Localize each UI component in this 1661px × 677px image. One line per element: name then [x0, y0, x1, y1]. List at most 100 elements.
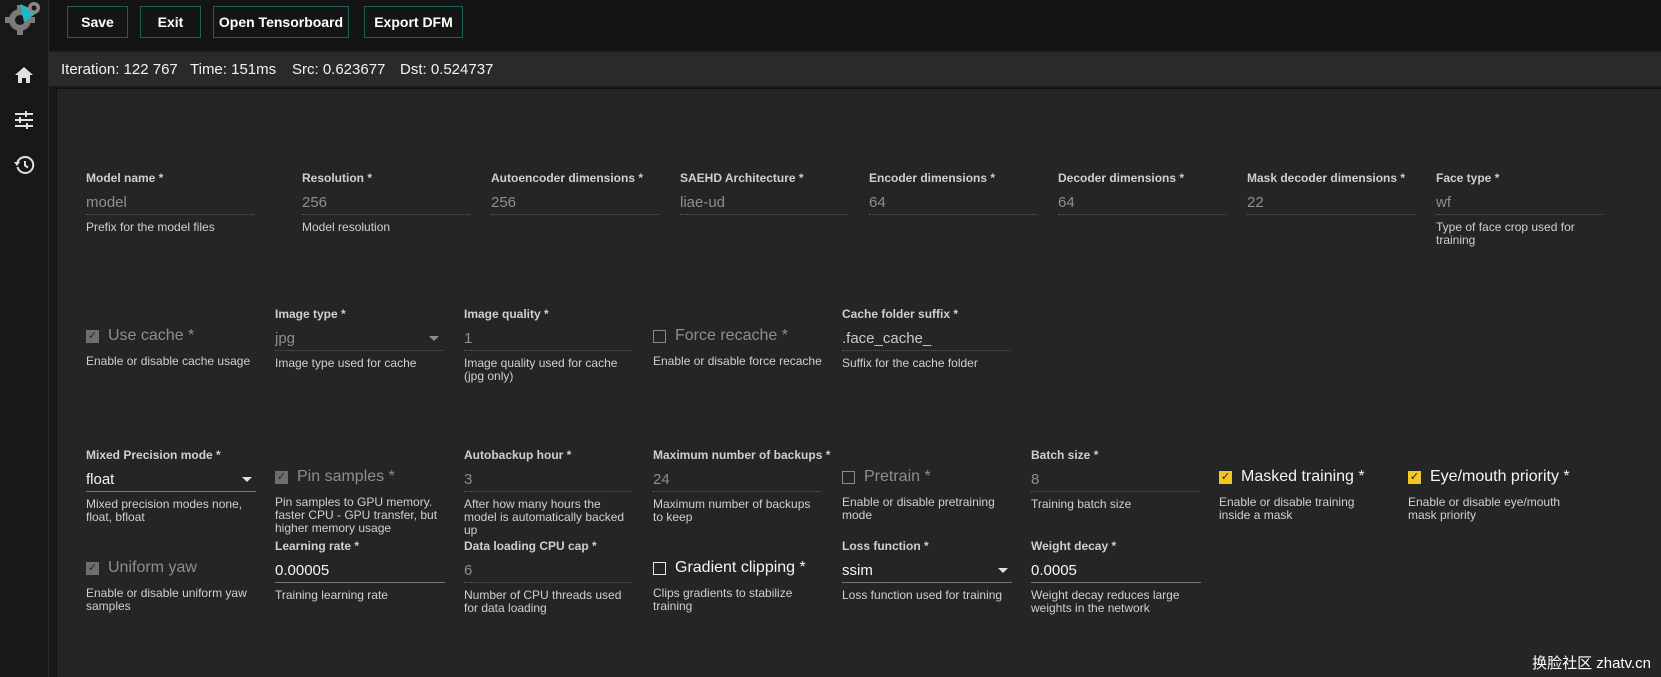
pretrain-checkbox[interactable]: Pretrain * Enable or disable pretraining…: [842, 466, 1010, 522]
max-backups-field: Maximum number of backups * 24 Maximum n…: [653, 448, 831, 524]
autoencoder-dims-input[interactable]: 256: [491, 192, 659, 215]
field-description: Loss function used for training: [842, 588, 1003, 602]
model-name-input[interactable]: model: [86, 192, 254, 215]
image-type-field: Image type * jpg Image type used for cac…: [275, 307, 443, 370]
loss-function-select[interactable]: ssim: [842, 560, 1012, 583]
field-label: Batch size *: [1031, 448, 1099, 462]
uniform-yaw-checkbox[interactable]: ✓ Uniform yaw Enable or disable uniform y…: [86, 557, 256, 613]
batch-size-field: Batch size * 8 Training batch size: [1031, 448, 1199, 511]
field-description: Image type used for cache: [275, 356, 417, 370]
checkbox-checked-icon[interactable]: ✓: [1408, 470, 1421, 484]
checkbox-checked-icon[interactable]: ✓: [1219, 470, 1232, 484]
max-backups-input[interactable]: 24: [653, 469, 821, 492]
cache-suffix-field: Cache folder suffix * .face_cache_ Suffi…: [842, 307, 1010, 370]
checkbox-unchecked-icon[interactable]: [842, 470, 855, 484]
checkbox-checked-icon[interactable]: ✓: [86, 329, 99, 343]
mask-decoder-dims-input[interactable]: 22: [1247, 192, 1415, 215]
save-button[interactable]: Save: [67, 6, 128, 38]
chevron-down-icon[interactable]: [998, 568, 1008, 573]
field-label: Maximum number of backups *: [653, 448, 831, 462]
checkbox-label: Uniform yaw: [108, 559, 197, 576]
field-label: SAEHD Architecture *: [680, 171, 804, 185]
field-description: Type of face crop used for training: [1436, 220, 1575, 247]
field-label: Learning rate *: [275, 539, 360, 553]
field-description: Number of CPU threads used for data load…: [464, 588, 622, 615]
checkbox-checked-icon[interactable]: ✓: [86, 561, 99, 575]
field-label: Image type *: [275, 307, 346, 321]
chevron-down-icon[interactable]: [242, 477, 252, 482]
exit-button[interactable]: Exit: [140, 6, 201, 38]
checkbox-description: Enable or disable uniform yaw samples: [86, 586, 247, 613]
mixed-precision-select[interactable]: float: [86, 469, 256, 492]
checkbox-description: Enable or disable eye/mouth mask priorit…: [1408, 495, 1561, 522]
use-cache-checkbox[interactable]: ✓ Use cache * Enable or disable cache usa…: [86, 325, 256, 368]
masked-training-checkbox[interactable]: ✓ Masked training * Enable or disable tra…: [1219, 466, 1389, 522]
model-name-field: Model name * model Prefix for the model …: [86, 171, 254, 234]
field-label: Decoder dimensions *: [1058, 171, 1185, 185]
eye-mouth-priority-checkbox[interactable]: ✓ Eye/mouth priority * Enable or disable …: [1408, 466, 1578, 522]
checkbox-description: Enable or disable pretraining mode: [842, 495, 995, 522]
field-description: Suffix for the cache folder: [842, 356, 978, 370]
field-label: Face type *: [1436, 171, 1500, 185]
gradient-clipping-checkbox[interactable]: Gradient clipping * Clips gradients to s…: [653, 557, 821, 613]
cpu-cap-field: Data loading CPU cap * 6 Number of CPU t…: [464, 539, 632, 615]
checkbox-checked-icon[interactable]: ✓: [275, 470, 288, 484]
time-readout: Time: 151ms: [190, 61, 277, 78]
select-value: float: [86, 471, 115, 488]
home-icon[interactable]: [10, 61, 38, 89]
checkbox-description: Enable or disable cache usage: [86, 354, 251, 368]
checkbox-unchecked-icon[interactable]: [653, 329, 666, 343]
force-recache-checkbox[interactable]: Force recache * Enable or disable force …: [653, 325, 823, 368]
iteration-readout: Iteration: 122 767: [61, 61, 178, 78]
checkbox-unchecked-icon[interactable]: [653, 561, 666, 575]
encoder-dims-input[interactable]: 64: [869, 192, 1037, 215]
mask-decoder-dims-field: Mask decoder dimensions * 22: [1247, 171, 1415, 215]
field-description: Training batch size: [1031, 497, 1132, 511]
field-description: Model resolution: [302, 220, 391, 234]
face-type-input[interactable]: wf: [1436, 192, 1604, 215]
checkbox-description: Clips gradients to stabilize training: [653, 586, 793, 613]
cpu-cap-input[interactable]: 6: [464, 560, 632, 583]
field-description: Weight decay reduces large weights in th…: [1031, 588, 1180, 615]
field-label: Mask decoder dimensions *: [1247, 171, 1406, 185]
autobackup-input[interactable]: 3: [464, 469, 632, 492]
field-description: Mixed precision modes none, float, bfloa…: [86, 497, 243, 524]
image-quality-field: Image quality * 1 Image quality used for…: [464, 307, 632, 383]
batch-size-input[interactable]: 8: [1031, 469, 1199, 492]
field-description: Training learning rate: [275, 588, 388, 602]
checkbox-label: Force recache *: [675, 327, 788, 344]
autobackup-field: Autobackup hour * 3 After how many hours…: [464, 448, 632, 537]
decoder-dims-field: Decoder dimensions * 64: [1058, 171, 1226, 215]
checkbox-label: Gradient clipping *: [675, 559, 806, 576]
checkbox-label: Masked training *: [1241, 468, 1365, 485]
field-label: Image quality *: [464, 307, 549, 321]
field-label: Autoencoder dimensions *: [491, 171, 644, 185]
training-status-bar: Iteration: 122 767 Time: 151ms Src: 0.62…: [49, 52, 1661, 86]
checkbox-description: Enable or disable training inside a mask: [1219, 495, 1355, 522]
field-description: Image quality used for cache (jpg only): [464, 356, 618, 383]
checkbox-label: Use cache *: [108, 327, 195, 344]
resolution-input[interactable]: 256: [302, 192, 470, 215]
image-quality-input[interactable]: 1: [464, 328, 632, 351]
pin-samples-checkbox[interactable]: ✓ Pin samples * Pin samples to GPU memory…: [275, 466, 443, 535]
decoder-dims-input[interactable]: 64: [1058, 192, 1226, 215]
field-label: Loss function *: [842, 539, 929, 553]
learning-rate-input[interactable]: 0.00005: [275, 560, 445, 583]
top-toolbar: Save Exit Open Tensorboard Export DFM: [49, 0, 1661, 50]
weight-decay-input[interactable]: 0.0005: [1031, 560, 1201, 583]
history-icon[interactable]: [10, 151, 38, 179]
resolution-field: Resolution * 256 Model resolution: [302, 171, 470, 234]
checkbox-description: Enable or disable force recache: [653, 354, 822, 368]
export-dfm-button[interactable]: Export DFM: [364, 6, 463, 38]
architecture-field: SAEHD Architecture * liae-ud: [680, 171, 848, 215]
cache-suffix-input[interactable]: .face_cache_: [842, 328, 1010, 351]
architecture-input[interactable]: liae-ud: [680, 192, 848, 215]
app-logo-icon: [2, 0, 46, 40]
field-label: Model name *: [86, 171, 164, 185]
open-tensorboard-button[interactable]: Open Tensorboard: [213, 6, 349, 38]
dst-loss-readout: Dst: 0.524737: [400, 61, 494, 78]
settings-sliders-icon[interactable]: [10, 106, 38, 134]
chevron-down-icon[interactable]: [429, 336, 439, 341]
image-type-select[interactable]: jpg: [275, 328, 443, 351]
field-label: Mixed Precision mode *: [86, 448, 221, 462]
